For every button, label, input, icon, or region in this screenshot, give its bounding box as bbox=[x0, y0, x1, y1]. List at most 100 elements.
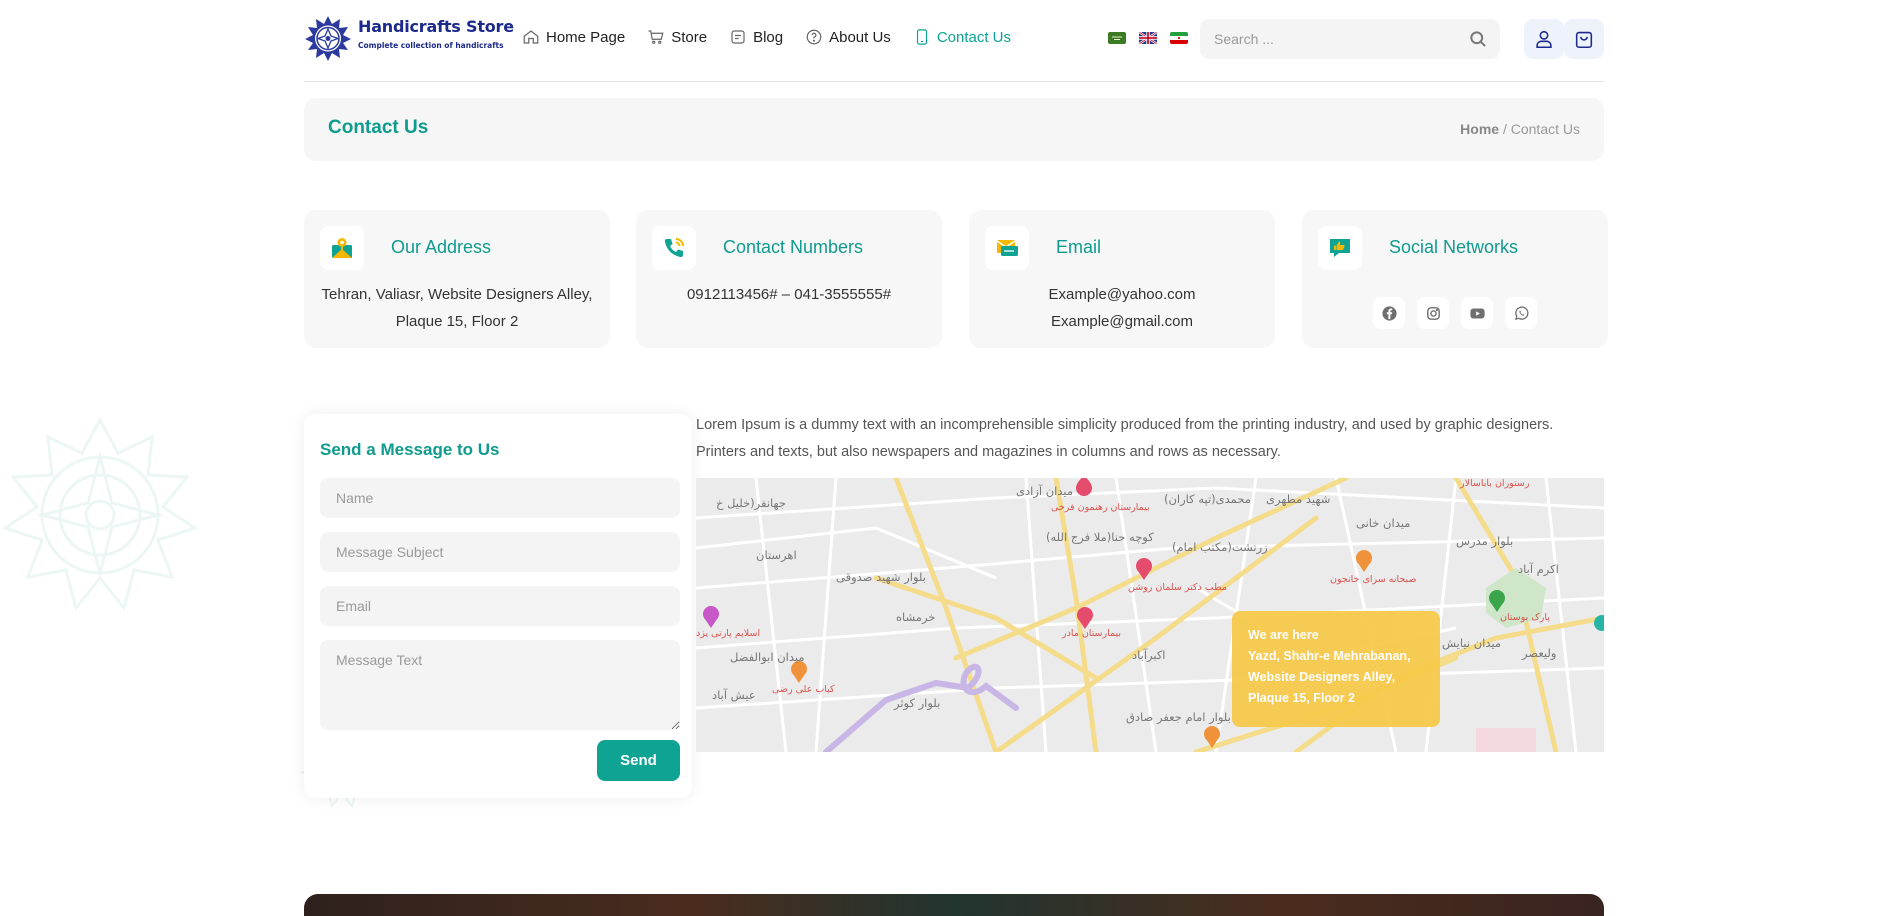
map-label: میدان آزادی bbox=[1016, 484, 1074, 498]
message-field[interactable] bbox=[320, 640, 680, 730]
map-label: بیمارستان مادر bbox=[1062, 628, 1122, 639]
map-label: کباب علی رضی bbox=[772, 684, 835, 695]
breadcrumb-home[interactable]: Home bbox=[1460, 121, 1499, 137]
youtube-link[interactable] bbox=[1461, 297, 1493, 329]
card-title: Email bbox=[1056, 237, 1102, 257]
map-label: کوچه حنا(ملا فرج الله) bbox=[1046, 530, 1154, 544]
card-title: Contact Numbers bbox=[723, 237, 864, 257]
main-nav: Home Page Store Blog About Us Contact Us bbox=[522, 28, 1033, 46]
blog-icon bbox=[731, 30, 745, 44]
contact-description: Lorem Ipsum is a dummy text with an inco… bbox=[696, 417, 1554, 460]
flag-uk-icon[interactable] bbox=[1139, 32, 1157, 44]
card-title: Our Address bbox=[391, 237, 492, 257]
brand-title: Handicrafts Store bbox=[358, 17, 514, 36]
flag-iran-icon[interactable] bbox=[1170, 32, 1188, 44]
phone-card: Contact Numbers 0912113456# – 041-355555… bbox=[636, 210, 942, 348]
map-label: زرتشت(مکتب امام) bbox=[1172, 540, 1268, 554]
email-card: Email Example@yahoo.com Example@gmail.co… bbox=[969, 210, 1275, 348]
social-links bbox=[1302, 297, 1608, 329]
phone-call-icon bbox=[664, 238, 684, 258]
nav-blog-label: Blog bbox=[753, 28, 784, 46]
send-button[interactable]: Send bbox=[597, 740, 680, 781]
search-icon[interactable] bbox=[1468, 29, 1488, 49]
phone-numbers: 0912113456# – 041-3555555# bbox=[636, 281, 942, 308]
facebook-link[interactable] bbox=[1373, 297, 1405, 329]
map-label: شهید مطهری bbox=[1266, 492, 1331, 506]
map-label: خرمشاه bbox=[896, 610, 936, 624]
brand-logo[interactable]: Handicrafts Store Complete collection of… bbox=[304, 14, 514, 62]
form-title: Send a Message to Us bbox=[320, 440, 500, 459]
envelope-icon bbox=[996, 240, 1018, 256]
page-title: Contact Us bbox=[328, 117, 429, 138]
card-icon-box bbox=[985, 226, 1029, 270]
cart-button[interactable] bbox=[1564, 19, 1604, 59]
card-icon-box bbox=[1318, 226, 1362, 270]
map-label: ولیعصر bbox=[1522, 646, 1557, 660]
nav-home[interactable]: Home Page bbox=[522, 28, 625, 46]
map-label: اکبرآباد bbox=[1132, 648, 1166, 662]
nav-about-label: About Us bbox=[829, 28, 891, 46]
address-line-2: Plaque 15, Floor 2 bbox=[395, 313, 519, 330]
breadcrumb: Home / Contact Us bbox=[1460, 121, 1580, 137]
facebook-icon bbox=[1381, 305, 1397, 321]
map-label: میدان ابوالفضل bbox=[730, 650, 805, 664]
map-label: میدان خانی bbox=[1356, 516, 1411, 530]
nav-contact-label: Contact Us bbox=[936, 28, 1012, 46]
address-card: Our Address Tehran, Valiasr, Website Des… bbox=[304, 210, 610, 348]
callout-line-3: Plaque 15, Floor 2 bbox=[1248, 691, 1355, 705]
user-icon bbox=[1536, 30, 1552, 49]
contact-form: Send a Message to Us Send bbox=[304, 414, 692, 798]
phone-numbers-text: 0912113456# – 041-3555555# bbox=[686, 286, 892, 303]
map-label: رستوران باباسالار bbox=[1460, 478, 1530, 489]
account-button[interactable] bbox=[1524, 19, 1564, 59]
shopping-bag-icon bbox=[1575, 31, 1593, 49]
question-icon bbox=[806, 29, 822, 45]
email-list: Example@yahoo.com Example@gmail.com bbox=[969, 281, 1275, 335]
name-field[interactable] bbox=[320, 478, 680, 518]
subject-field[interactable] bbox=[320, 532, 680, 572]
map-label: پارک بوستان bbox=[1500, 612, 1550, 623]
map-label: بلوار مدرس bbox=[1456, 534, 1514, 548]
map-label: بیمارستان رهنمون فرخی bbox=[1051, 502, 1150, 513]
flag-saudi-icon[interactable] bbox=[1108, 32, 1126, 44]
page-title-bar: Contact Us Home / Contact Us bbox=[304, 98, 1604, 161]
nav-store-label: Store bbox=[671, 28, 708, 46]
map-location-callout: We are here Yazd, Shahr-e Mehrabanan, We… bbox=[1232, 611, 1440, 727]
site-header: Handicrafts Store Complete collection of… bbox=[304, 0, 1604, 82]
email-field[interactable] bbox=[320, 586, 680, 626]
address-line-1: Tehran, Valiasr, Website Designers Alley… bbox=[321, 286, 593, 303]
card-icon-box bbox=[652, 226, 696, 270]
callout-line-2: Website Designers Alley, bbox=[1248, 670, 1396, 684]
map-label: بلوار شهید صدوقی bbox=[836, 570, 926, 584]
cart-icon bbox=[648, 30, 664, 44]
map-label: عیش آباد bbox=[712, 688, 756, 702]
map-label: محمدی(تپه کاران) bbox=[1164, 492, 1251, 506]
map-label: صبحانه سرای خانجون bbox=[1330, 574, 1417, 585]
home-icon bbox=[523, 30, 539, 44]
nav-blog[interactable]: Blog bbox=[729, 28, 783, 46]
address-text: Tehran, Valiasr, Website Designers Alley… bbox=[304, 281, 610, 335]
brand-subtitle: Complete collection of handicrafts bbox=[358, 41, 504, 50]
instagram-link[interactable] bbox=[1417, 297, 1449, 329]
whatsapp-link[interactable] bbox=[1505, 297, 1537, 329]
email-address-2[interactable]: Example@gmail.com bbox=[969, 308, 1275, 335]
social-card: Social Networks bbox=[1302, 210, 1608, 348]
map-label: اهرستان bbox=[756, 548, 797, 562]
nav-contact[interactable]: Contact Us bbox=[913, 28, 1011, 46]
chat-thumbs-up-icon bbox=[1330, 239, 1350, 257]
map-label: جهانفر(خلیل خ bbox=[716, 496, 786, 510]
card-icon-box bbox=[320, 226, 364, 270]
nav-about[interactable]: About Us bbox=[805, 28, 891, 46]
map-label: اسلایم پارتی یزد bbox=[696, 628, 761, 639]
email-address-1[interactable]: Example@yahoo.com bbox=[969, 281, 1275, 308]
map-label: میدان نیایش bbox=[1442, 636, 1501, 650]
instagram-icon bbox=[1426, 306, 1440, 320]
location-map[interactable]: میدان آزادی بیمارستان رهنمون فرخی محمدی(… bbox=[696, 478, 1604, 752]
nav-store[interactable]: Store bbox=[647, 28, 707, 46]
card-title: Social Networks bbox=[1389, 237, 1519, 257]
callout-heading: We are here bbox=[1248, 628, 1319, 642]
map-label: مطب دکتر سلمان روشن bbox=[1128, 582, 1227, 593]
breadcrumb-current: Contact Us bbox=[1510, 121, 1580, 137]
nav-home-label: Home Page bbox=[546, 28, 626, 46]
search-input[interactable] bbox=[1214, 31, 1454, 47]
